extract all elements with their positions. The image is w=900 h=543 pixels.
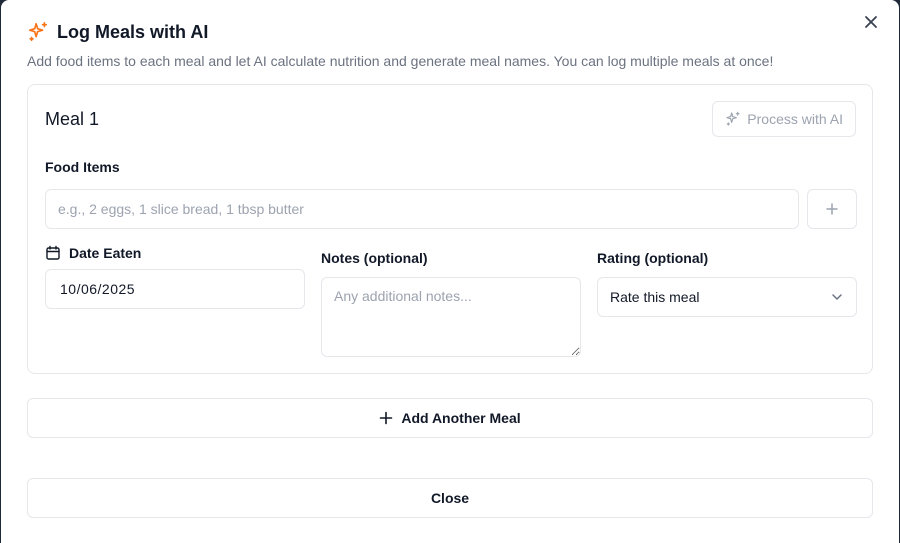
- notes-textarea[interactable]: [321, 277, 581, 357]
- add-food-item-button[interactable]: [807, 189, 857, 229]
- rating-select-value: Rate this meal: [610, 289, 700, 305]
- date-eaten-text: Date Eaten: [69, 245, 142, 261]
- food-items-label: Food Items: [45, 159, 120, 175]
- chevron-down-icon: [830, 290, 844, 304]
- close-button[interactable]: Close: [27, 478, 873, 518]
- plus-icon: [379, 411, 393, 425]
- rating-label: Rating (optional): [597, 250, 709, 266]
- process-with-ai-button[interactable]: Process with AI: [712, 101, 856, 137]
- plus-icon: [825, 202, 839, 216]
- add-another-meal-button[interactable]: Add Another Meal: [27, 398, 873, 438]
- date-eaten-input[interactable]: 10/06/2025: [45, 269, 305, 309]
- notes-label: Notes (optional): [321, 250, 428, 266]
- dialog-subtitle: Add food items to each meal and let AI c…: [27, 53, 774, 69]
- sparkles-icon: [27, 21, 49, 43]
- dialog-title: Log Meals with AI: [57, 21, 209, 42]
- meal-title: Meal 1: [45, 109, 100, 129]
- close-button-label: Close: [430, 490, 470, 506]
- food-items-input[interactable]: [45, 189, 799, 229]
- sparkles-icon: [725, 111, 741, 127]
- calendar-icon: [45, 245, 61, 261]
- meal-card: Meal 1 Process with AI Food Items e.g., …: [27, 84, 873, 374]
- dialog-header: Log Meals with AI Add food items to each…: [27, 20, 859, 70]
- log-meals-dialog: Log Meals with AI Add food items to each…: [1, 0, 899, 543]
- close-icon[interactable]: [861, 12, 881, 32]
- add-another-meal-label: Add Another Meal: [401, 410, 521, 426]
- process-with-ai-label: Process with AI: [747, 111, 843, 127]
- date-eaten-label: Date Eaten: [45, 245, 141, 261]
- rating-select[interactable]: Rate this meal: [597, 277, 857, 317]
